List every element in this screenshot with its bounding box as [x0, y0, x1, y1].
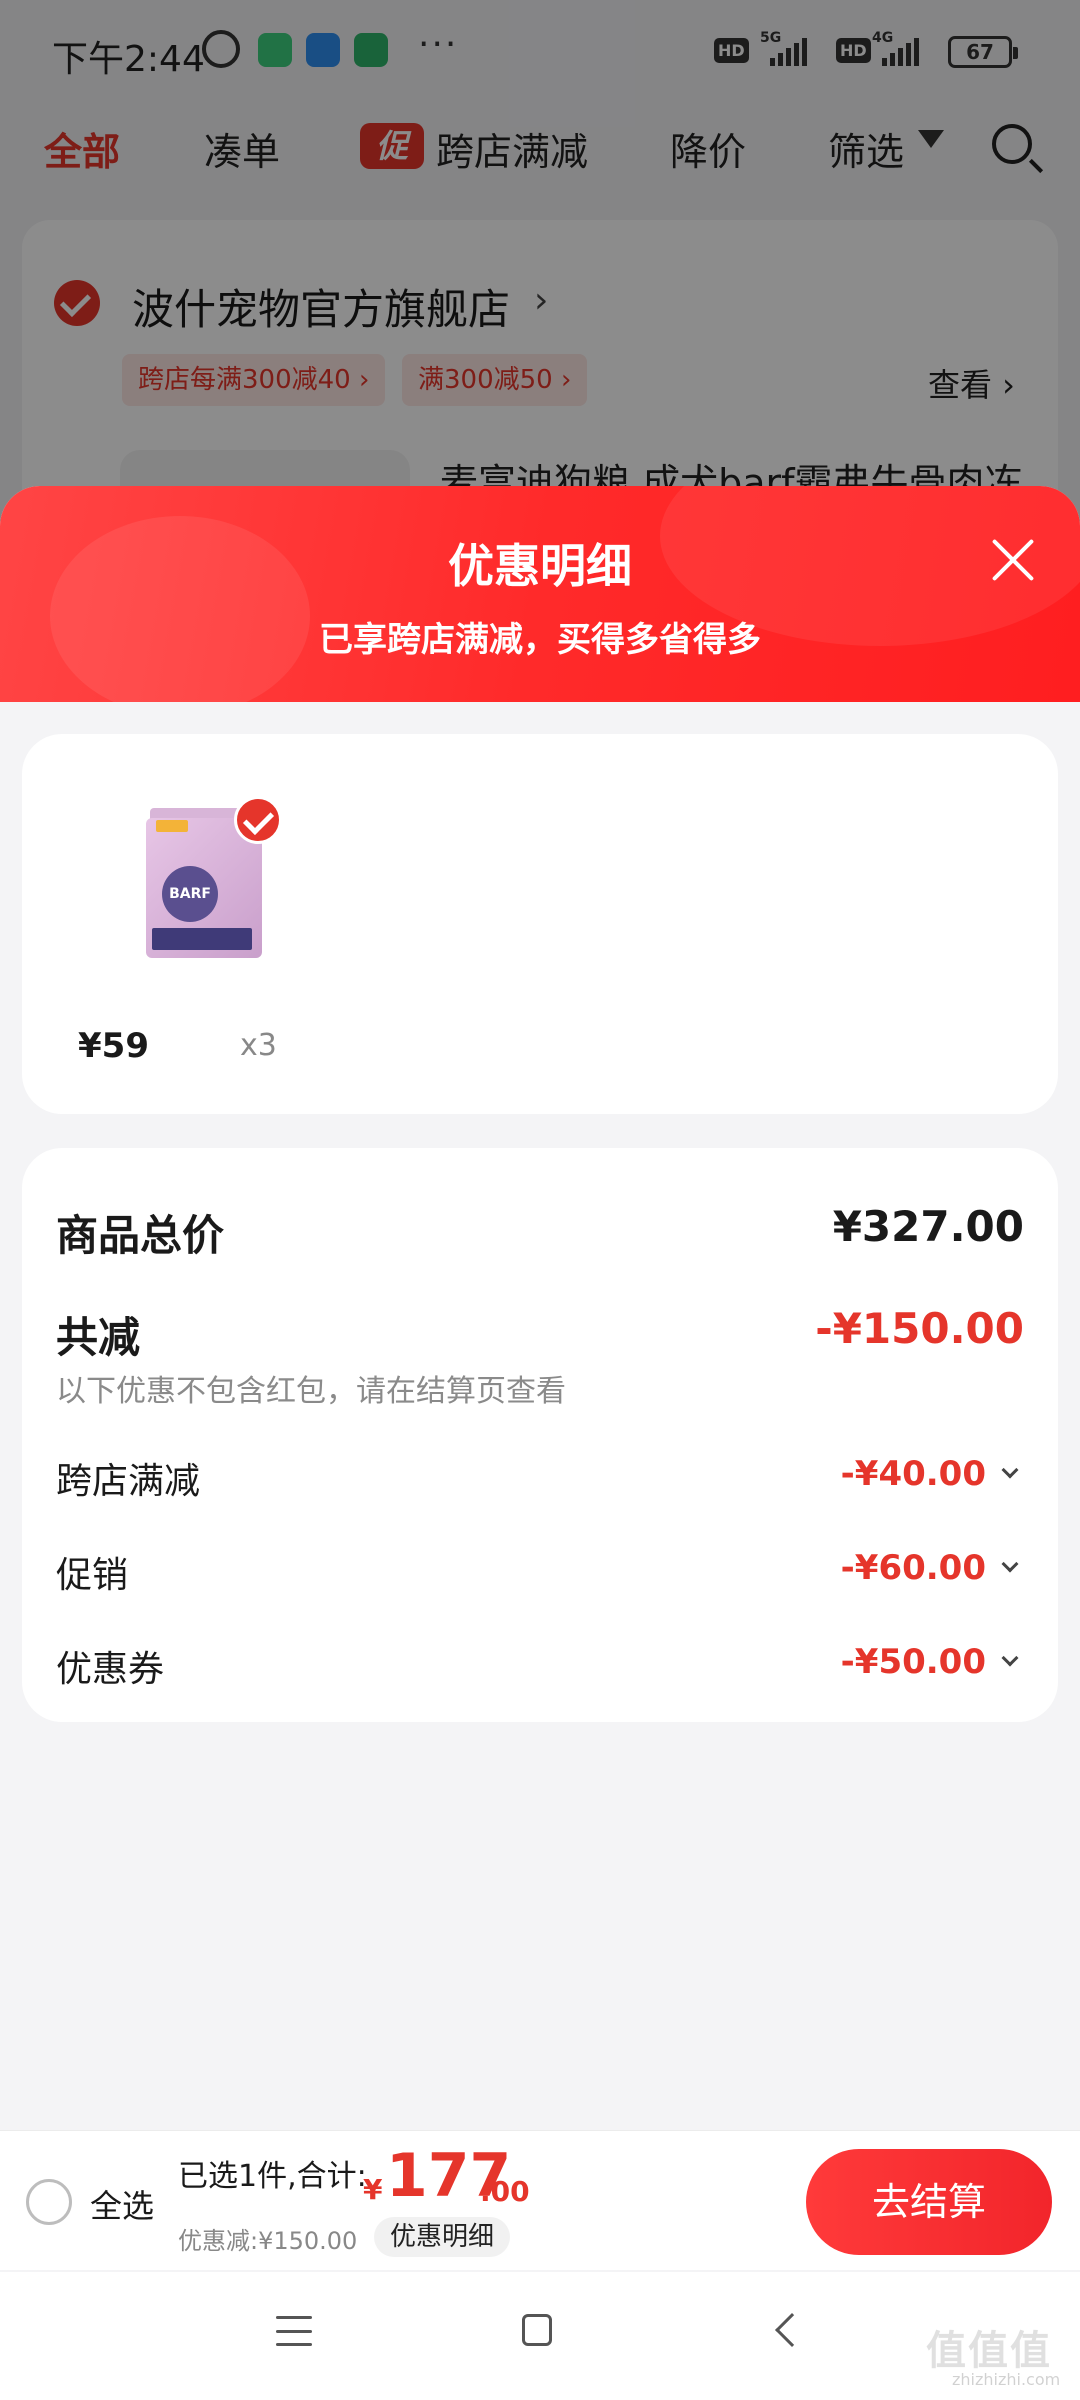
home-icon[interactable] — [522, 2314, 552, 2346]
discount-note: 以下优惠不包含红包，请在结算页查看 — [56, 1374, 566, 1409]
watermark-url: zhizhizhi.com — [952, 2370, 1061, 2389]
discount-summary: 优惠减:¥150.00 — [178, 2227, 358, 2255]
menu-icon[interactable] — [276, 2316, 312, 2346]
background-page: 下午2:44 ··· HD 5G HD 4G 67 全部 凑单 促 跨店满减 降… — [0, 0, 1080, 560]
back-icon[interactable] — [775, 2313, 809, 2347]
item-quantity: x3 — [240, 1028, 277, 1063]
total-currency: ¥ — [363, 2173, 383, 2206]
total-reduce-value: -¥150.00 — [815, 1304, 1024, 1353]
total-price-label: 商品总价 — [56, 1211, 225, 1260]
discount-row-label[interactable]: 优惠券 — [56, 1640, 164, 1692]
watermark: 值值值 — [926, 2328, 1052, 2374]
selected-summary: 已选1件,合计: — [178, 2159, 367, 2194]
total-reduce-label: 共减 — [56, 1313, 141, 1362]
discount-row-value[interactable]: -¥60.00 — [841, 1548, 986, 1588]
select-all-label[interactable]: 全选 — [90, 2181, 154, 2227]
sheet-header: 优惠明细 已享跨店满减，买得多省得多 — [0, 486, 1080, 702]
sheet-subtitle: 已享跨店满减，买得多省得多 — [319, 620, 761, 660]
checkout-button[interactable]: 去结算 — [806, 2149, 1052, 2255]
price-detail-card: 商品总价 ¥327.00 共减 -¥150.00 以下优惠不包含红包，请在结算页… — [22, 1148, 1058, 1722]
chevron-down-icon[interactable] — [1001, 1649, 1019, 1667]
discount-row-value[interactable]: -¥40.00 — [841, 1454, 986, 1494]
selected-items-card: BARF ¥59 x3 — [22, 734, 1058, 1114]
close-icon[interactable] — [988, 534, 1038, 584]
checkout-bar: 全选 已选1件,合计: ¥ 177 .00 优惠减:¥150.00 优惠明细 去… — [0, 2130, 1080, 2270]
chevron-down-icon[interactable] — [1001, 1461, 1019, 1479]
dim-overlay[interactable] — [0, 0, 1080, 560]
item-price: ¥59 — [78, 1026, 149, 1066]
discount-detail-button[interactable]: 优惠明细 — [374, 2217, 511, 2257]
discount-detail-sheet: 优惠明细 已享跨店满减，买得多省得多 BARF ¥59 x3 商品总价 ¥327… — [0, 486, 1080, 2400]
discount-row-label[interactable]: 跨店满减 — [56, 1452, 200, 1504]
item-check-icon[interactable] — [234, 796, 282, 844]
total-amount-decimal: .00 — [480, 2175, 530, 2208]
product-package-label: BARF — [162, 866, 218, 922]
select-all-checkbox[interactable] — [26, 2179, 72, 2225]
total-price-value: ¥327.00 — [832, 1202, 1024, 1251]
chevron-down-icon[interactable] — [1001, 1555, 1019, 1573]
system-nav-bar — [0, 2272, 1080, 2400]
sheet-title: 优惠明细 — [448, 539, 632, 593]
discount-row-label[interactable]: 促销 — [56, 1546, 128, 1598]
discount-row-value[interactable]: -¥50.00 — [841, 1642, 986, 1682]
